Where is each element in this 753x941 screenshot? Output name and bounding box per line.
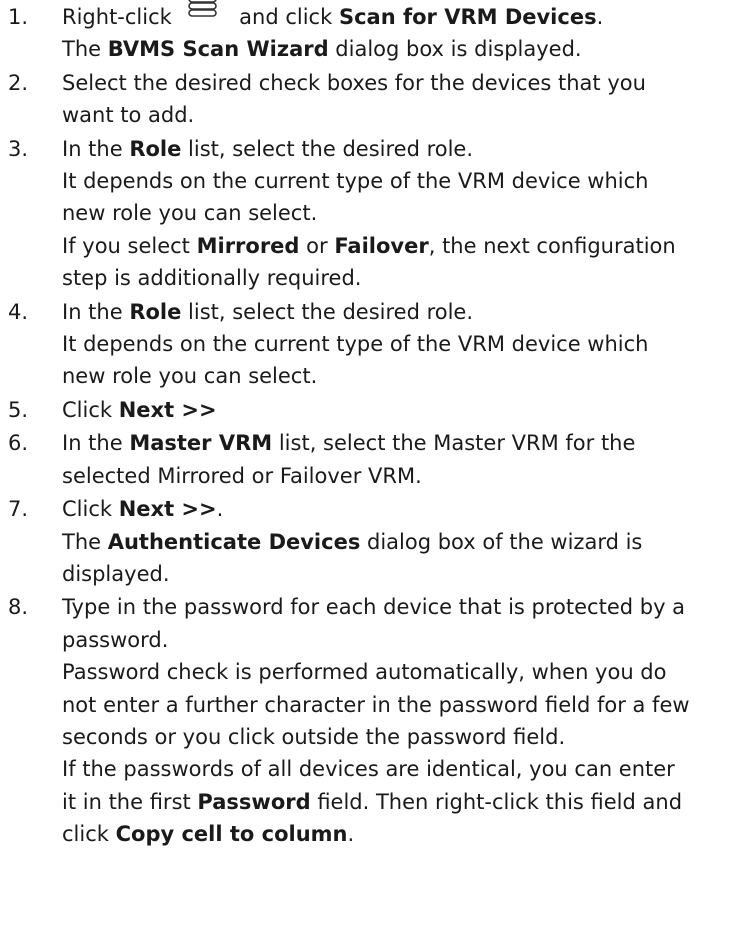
step-text-line: Password check is performed automaticall…	[62, 656, 749, 688]
ui-term: Role	[129, 136, 182, 161]
text-segment: In the	[62, 299, 130, 324]
step-text-line: Right-click and click Scan for VRM Devic…	[62, 0, 749, 33]
step-number: 8.	[8, 595, 29, 620]
step-text-line: new role you can select.	[62, 197, 749, 229]
vrm-device-icon	[188, 0, 218, 21]
ui-term: Master VRM	[129, 431, 273, 456]
text-segment: The	[62, 529, 108, 554]
step-number: 3.	[8, 136, 29, 161]
step-text-line: In the Role list, select the desired rol…	[62, 133, 749, 165]
step-text-line: The BVMS Scan Wizard dialog box is displ…	[62, 33, 749, 65]
step-number: 5.	[8, 397, 29, 422]
step-text-line: Type in the password for each device tha…	[62, 591, 749, 623]
step-7: 7. Click Next >>. The Authenticate Devices…	[0, 493, 753, 590]
step-text-line: it in the first Password field. Then rig…	[62, 786, 749, 818]
text-segment: In the	[62, 136, 130, 161]
ui-term: Failover	[334, 233, 429, 258]
text-segment: selected Mirrored or Failover VRM.	[62, 463, 422, 488]
step-text-line: Click Next >>	[62, 394, 749, 426]
text-segment: .	[216, 497, 224, 522]
text-segment: In the	[62, 431, 130, 456]
ui-term: Copy cell to column	[115, 822, 348, 847]
text-segment: it in the first	[62, 789, 198, 814]
step-text-line: not enter a further character in the pas…	[62, 689, 749, 721]
step-text-line: displayed.	[62, 558, 749, 590]
step-text-line: want to add.	[62, 99, 749, 131]
text-segment: list, select the desired role.	[181, 299, 474, 324]
text-segment: step is additionally required.	[62, 266, 362, 291]
text-segment: list, select the desired role.	[181, 136, 474, 161]
text-segment: If you select	[62, 233, 197, 258]
ui-term: Password	[197, 789, 311, 814]
step-number: 4.	[8, 299, 29, 324]
text-segment: Click	[62, 397, 119, 422]
ui-term: Scan for VRM Devices	[338, 5, 597, 29]
step-text-line: Click Next >>.	[62, 493, 749, 525]
step-6: 6. In the Master VRM list, select the Mas…	[0, 427, 753, 492]
text-segment: , the next configuration	[428, 233, 676, 258]
text-segment: Click	[62, 497, 119, 522]
step-number: 7.	[8, 497, 29, 522]
step-text-line: new role you can select.	[62, 360, 749, 392]
step-text-line: password.	[62, 624, 749, 656]
text-segment: seconds or you click outside the passwor…	[62, 724, 566, 749]
ui-term: Mirrored	[196, 233, 300, 258]
step-number: 6.	[8, 431, 29, 456]
ui-term: Role	[129, 299, 182, 324]
step-8: 8. Type in the password for each device t…	[0, 591, 753, 850]
step-2: 2. Select the desired check boxes for the…	[0, 67, 753, 132]
step-text-line: The Authenticate Devices dialog box of t…	[62, 526, 749, 558]
step-text-line: click Copy cell to column.	[62, 818, 749, 850]
text-segment: dialog box of the wizard is	[360, 529, 643, 554]
step-text-line: step is additionally required.	[62, 262, 749, 294]
step-number: 2.	[8, 70, 29, 95]
text-segment: password.	[62, 627, 169, 652]
step-text-line: It depends on the current type of the VR…	[62, 328, 749, 360]
instruction-list: 1. Right-click and click Scan for VRM Dev…	[0, 0, 753, 851]
text-segment: .	[596, 5, 604, 29]
text-segment: click	[62, 822, 116, 847]
text-segment: new role you can select.	[62, 364, 318, 389]
step-text-line: It depends on the current type of the VR…	[62, 165, 749, 197]
ui-term: Next >>	[118, 397, 217, 422]
text-segment: list, select the Master VRM for the	[272, 431, 636, 456]
text-segment: It depends on the current type of the VR…	[62, 332, 649, 357]
step-text-line: seconds or you click outside the passwor…	[62, 721, 749, 753]
text-segment: Right-click	[62, 5, 179, 29]
text-segment: field. Then right-click this field and	[310, 789, 683, 814]
text-segment: want to add.	[62, 103, 195, 128]
step-number: 1.	[8, 5, 29, 29]
text-segment: new role you can select.	[62, 201, 318, 226]
text-segment: and click	[232, 5, 339, 29]
text-segment: displayed.	[62, 561, 170, 586]
text-segment: not enter a further character in the pas…	[62, 692, 690, 717]
step-5: 5. Click Next >>	[0, 394, 753, 426]
step-text-line: In the Role list, select the desired rol…	[62, 296, 749, 328]
text-segment: Select the desired check boxes for the d…	[62, 70, 646, 95]
step-3: 3. In the Role list, select the desired r…	[0, 133, 753, 295]
text-segment: The	[62, 37, 108, 62]
step-text-line: If you select Mirrored or Failover, the …	[62, 230, 749, 262]
step-text-line: Select the desired check boxes for the d…	[62, 67, 749, 99]
ui-term: Next >>	[118, 497, 217, 522]
text-segment: dialog box is displayed.	[328, 37, 582, 62]
text-segment: Type in the password for each device tha…	[62, 595, 686, 620]
step-text-line: selected Mirrored or Failover VRM.	[62, 460, 749, 492]
text-segment: or	[299, 233, 335, 258]
step-4: 4. In the Role list, select the desired r…	[0, 296, 753, 393]
text-segment: .	[347, 822, 355, 847]
ui-term: BVMS Scan Wizard	[107, 37, 329, 62]
step-text-line: In the Master VRM list, select the Maste…	[62, 427, 749, 459]
text-segment: Password check is performed automaticall…	[62, 660, 667, 685]
step-1: 1. Right-click and click Scan for VRM Dev…	[0, 0, 753, 66]
text-segment: It depends on the current type of the VR…	[62, 169, 649, 194]
step-text-line: If the passwords of all devices are iden…	[62, 753, 749, 785]
text-segment: If the passwords of all devices are iden…	[62, 757, 675, 782]
ui-term: Authenticate Devices	[107, 529, 361, 554]
